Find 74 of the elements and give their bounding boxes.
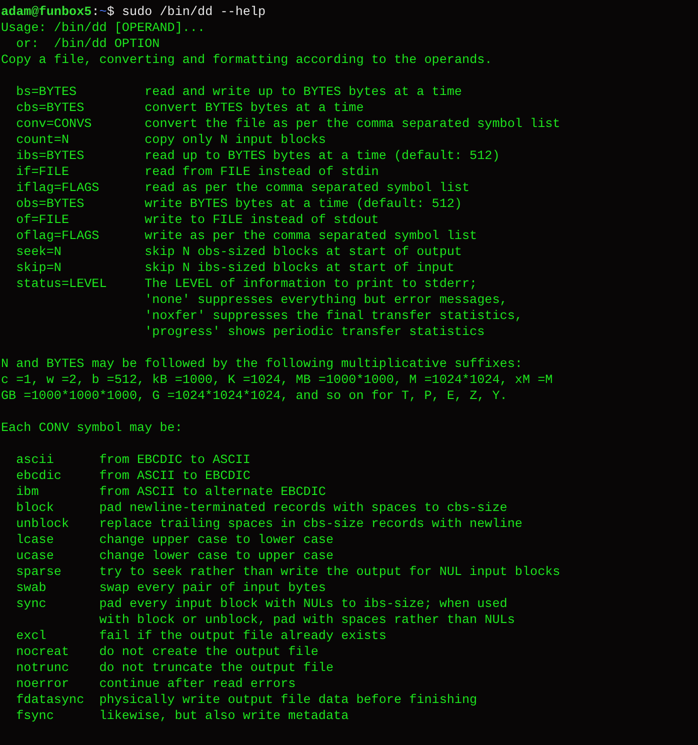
option-description: change upper case to lower case: [99, 532, 334, 548]
option-name: ibs=BYTES: [16, 148, 86, 164]
option-name: ibm: [16, 484, 40, 500]
option-name: seek=N: [16, 244, 62, 260]
option-name: swab: [16, 580, 48, 596]
option-description: from ASCII to alternate EBCDIC: [99, 484, 326, 500]
option-description: read from FILE instead of stdin: [144, 164, 379, 180]
option-description: pad newline-terminated records with spaces to cbs-size: [99, 500, 508, 516]
option-description: write BYTES bytes at a time (default: 512): [144, 196, 462, 212]
prompt-separator: :: [92, 4, 100, 20]
option-name: obs=BYTES: [16, 196, 86, 212]
option-description: convert the file as per the comma separated symbol list: [144, 116, 560, 132]
option-description: read and write up to BYTES bytes at a time: [144, 84, 462, 100]
option-description: read as per the comma separated symbol list: [144, 180, 470, 196]
option-description: write as per the comma separated symbol list: [144, 228, 478, 244]
option-name: nocreat: [16, 644, 70, 660]
prompt-path: ~: [99, 4, 107, 20]
output-line: or: /bin/dd OPTION: [15, 36, 160, 52]
output-line: c =1, w =2, b =512, kB =1000, K =1024, MB =1000*1000, M =1024*1024, xM =M: [1, 372, 553, 388]
option-description: convert BYTES bytes at a time: [144, 100, 364, 116]
option-description: swap every pair of input bytes: [99, 580, 326, 596]
option-description: The LEVEL of information to print to stderr;: [144, 276, 478, 292]
option-name: sync: [16, 596, 48, 612]
option-name: bs=BYTES: [16, 84, 78, 100]
option-description: try to seek rather than write the output for NUL input blocks: [99, 564, 560, 580]
option-description: read up to BYTES bytes at a time (default: 512): [144, 148, 500, 164]
option-name: cbs=BYTES: [16, 100, 86, 116]
option-description: skip N obs-sized blocks at start of output: [144, 244, 462, 260]
option-name: ascii: [16, 452, 55, 468]
option-description: replace trailing spaces in cbs-size records with newline: [99, 516, 522, 532]
option-name: noerror: [16, 676, 70, 692]
option-description: from ASCII to EBCDIC: [99, 468, 250, 484]
output-line: Usage: /bin/dd [OPERAND]...: [1, 20, 206, 36]
option-name: status=LEVEL: [16, 276, 108, 292]
option-name: conv=CONVS: [16, 116, 93, 132]
option-description: change lower case to upper case: [99, 548, 334, 564]
option-description: 'progress' shows periodic transfer statistics: [144, 324, 485, 340]
option-description: likewise, but also write metadata: [99, 708, 349, 724]
option-description: from EBCDIC to ASCII: [99, 452, 250, 468]
option-name: if=FILE: [16, 164, 70, 180]
option-description: skip N ibs-sized blocks at start of input: [144, 260, 454, 276]
option-name: ebcdic: [16, 468, 62, 484]
option-name: fsync: [16, 708, 55, 724]
prompt-symbol: $: [106, 4, 114, 20]
option-name: notrunc: [16, 660, 70, 676]
option-name: fdatasync: [16, 692, 86, 708]
option-name: skip=N: [16, 260, 62, 276]
option-description: continue after read errors: [99, 676, 296, 692]
option-description: 'noxfer' suppresses the final transfer statistics,: [144, 308, 522, 324]
option-name: oflag=FLAGS: [16, 228, 100, 244]
output-line: Copy a file, converting and formatting according to the operands.: [1, 52, 492, 68]
option-name: ucase: [16, 548, 55, 564]
output-line: GB =1000*1000*1000, G =1024*1024*1024, and so on for T, P, E, Z, Y.: [1, 388, 508, 404]
option-description: fail if the output file already exists: [99, 628, 386, 644]
option-description: 'none' suppresses everything but error messages,: [144, 292, 508, 308]
output-line: N and BYTES may be followed by the following multiplicative suffixes:: [1, 356, 522, 372]
option-description: copy only N input blocks: [144, 132, 326, 148]
option-name: lcase: [16, 532, 55, 548]
option-description: pad every input block with NULs to ibs-size; when used: [99, 596, 508, 612]
option-description: write to FILE instead of stdout: [144, 212, 379, 228]
option-name: count=N: [16, 132, 70, 148]
option-name: excl: [16, 628, 48, 644]
option-name: iflag=FLAGS: [16, 180, 100, 196]
option-name: of=FILE: [16, 212, 70, 228]
prompt-user-host: adam@funbox5: [1, 4, 92, 20]
option-description: with block or unblock, pad with spaces rather than NULs: [99, 612, 515, 628]
output-line: Each CONV symbol may be:: [1, 420, 182, 436]
option-description: do not create the output file: [99, 644, 318, 660]
option-name: unblock: [16, 516, 70, 532]
command-text: sudo /bin/dd --help: [120, 4, 266, 20]
option-description: physically write output file data before finishing: [99, 692, 478, 708]
option-name: sparse: [16, 564, 62, 580]
option-description: do not truncate the output file: [99, 660, 334, 676]
option-name: block: [16, 500, 55, 516]
